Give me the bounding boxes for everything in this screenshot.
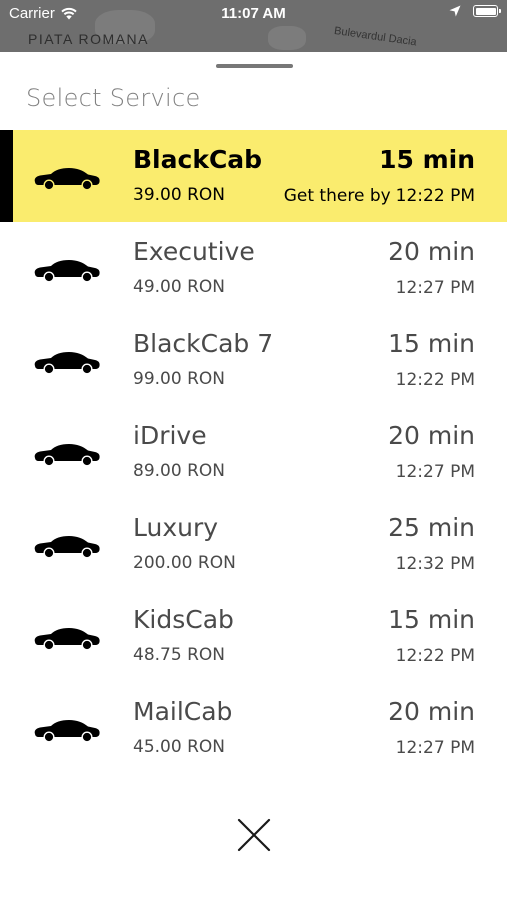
service-price: 49.00 RON (133, 277, 225, 297)
service-price: 89.00 RON (133, 461, 225, 481)
service-name: KidsCab (133, 605, 234, 634)
service-eta: 20 min (388, 421, 475, 450)
service-row-kidscab[interactable]: KidsCab 48.75 RON 15 min 12:22 PM (0, 590, 507, 682)
service-name: BlackCab 7 (133, 329, 274, 358)
map-label-bulevardul-dacia: Bulevardul Dacia (333, 25, 418, 49)
arrival-time: 12:22 PM (395, 186, 475, 206)
service-price: 39.00 RON (133, 185, 225, 205)
car-icon (34, 260, 100, 283)
service-row-executive[interactable]: Executive 49.00 RON 20 min 12:27 PM (0, 222, 507, 314)
service-sheet: Select Service BlackCab 39.00 RON 15 min… (0, 52, 507, 900)
sheet-title: Select Service (26, 84, 201, 112)
service-price: 48.75 RON (133, 645, 225, 665)
service-row-luxury[interactable]: Luxury 200.00 RON 25 min 12:32 PM (0, 498, 507, 590)
map-label-piata-romana: PIATA ROMANA (28, 31, 149, 47)
car-icon (34, 720, 100, 743)
service-price: 99.00 RON (133, 369, 225, 389)
service-name: Executive (133, 237, 255, 266)
screen: PIATA ROMANA Bulevardul Dacia Carrier 11… (0, 0, 507, 900)
arrival-time: 12:22 PM (395, 646, 475, 666)
service-name: iDrive (133, 421, 207, 450)
service-row-idrive[interactable]: iDrive 89.00 RON 20 min 12:27 PM (0, 406, 507, 498)
car-icon (34, 536, 100, 559)
car-icon (34, 168, 100, 191)
car-icon (34, 352, 100, 375)
service-row-blackcab[interactable]: BlackCab 39.00 RON 15 min Get there by 1… (0, 130, 507, 222)
service-eta: 15 min (388, 605, 475, 634)
arrival-time: 12:27 PM (395, 462, 475, 482)
service-arrival: 12:27 PM (396, 278, 475, 298)
close-button[interactable] (233, 814, 275, 856)
arrival-time: 12:27 PM (395, 738, 475, 758)
service-name: Luxury (133, 513, 219, 542)
arrival-time: 12:27 PM (395, 278, 475, 298)
service-list: BlackCab 39.00 RON 15 min Get there by 1… (0, 130, 507, 774)
battery-fill (475, 7, 496, 15)
selected-indicator (0, 130, 13, 222)
service-arrival: 12:27 PM (396, 462, 475, 482)
status-time: 11:07 AM (221, 5, 286, 22)
service-name: MailCab (133, 697, 233, 726)
arrival-time: 12:32 PM (395, 554, 475, 574)
service-price: 200.00 RON (133, 553, 236, 573)
service-eta: 20 min (388, 697, 475, 726)
status-bar: Carrier 11:07 AM (0, 0, 507, 28)
car-icon (34, 628, 100, 651)
service-name: BlackCab (133, 145, 263, 174)
service-eta: 15 min (388, 329, 475, 358)
arrival-prefix: Get there by (283, 186, 391, 206)
service-arrival: 12:32 PM (396, 554, 475, 574)
service-eta: 25 min (388, 513, 475, 542)
battery-icon (473, 5, 501, 17)
service-row-blackcab-7[interactable]: BlackCab 7 99.00 RON 15 min 12:22 PM (0, 314, 507, 406)
service-eta: 15 min (379, 145, 475, 174)
service-arrival: 12:22 PM (396, 646, 475, 666)
map-block (268, 26, 306, 50)
service-arrival: 12:22 PM (396, 370, 475, 390)
sheet-grabber[interactable] (216, 64, 293, 68)
arrival-time: 12:22 PM (395, 370, 475, 390)
close-icon (237, 818, 271, 852)
service-eta: 20 min (388, 237, 475, 266)
service-arrival: Get there by 12:22 PM (284, 186, 475, 206)
location-arrow-icon (449, 5, 461, 17)
car-icon (34, 444, 100, 467)
service-price: 45.00 RON (133, 737, 225, 757)
status-right-group (449, 5, 501, 17)
service-row-mailcab[interactable]: MailCab 45.00 RON 20 min 12:27 PM (0, 682, 507, 774)
service-arrival: 12:27 PM (396, 738, 475, 758)
